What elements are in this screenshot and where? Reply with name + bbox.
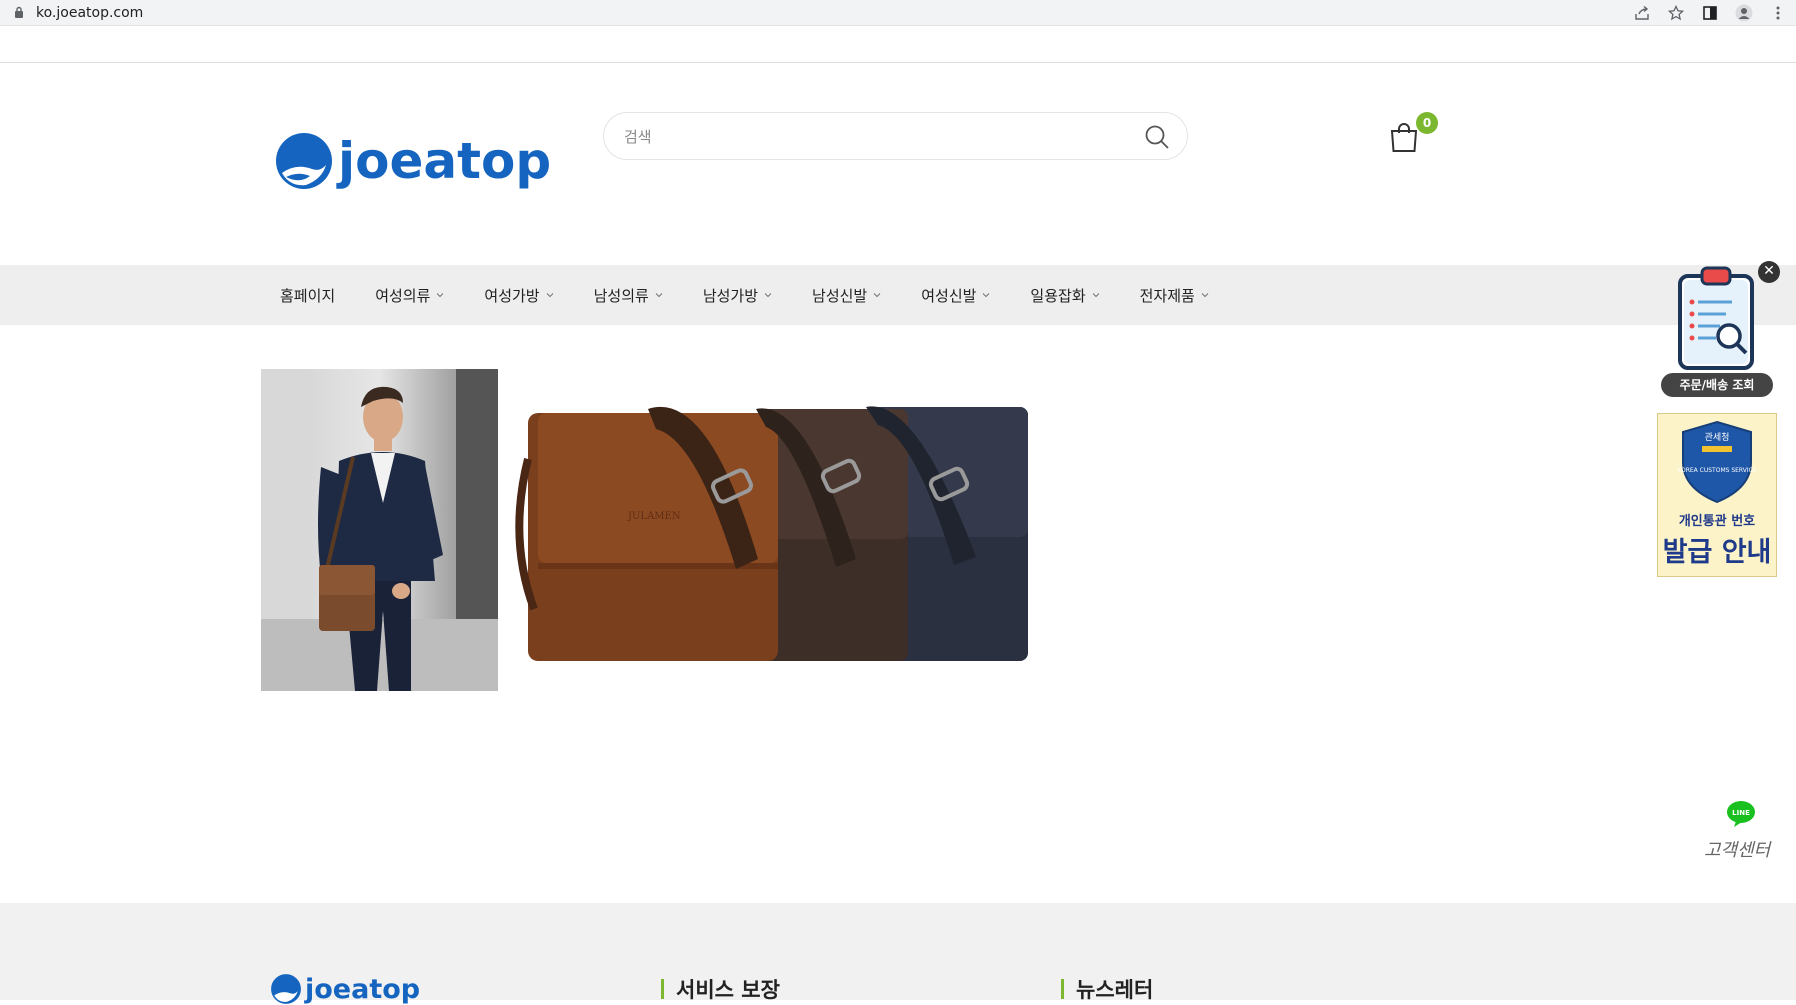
url-text[interactable]: ko.joeatop.com bbox=[36, 5, 143, 21]
lock-icon bbox=[15, 6, 23, 18]
nav-item-label: 홈페이지 bbox=[280, 286, 336, 305]
main-nav: 홈페이지 여성의류 여성가방 남성의류 남성가방 남성신발 여성신발 일용잡화 bbox=[0, 265, 1796, 325]
search-icon[interactable] bbox=[1143, 123, 1171, 151]
site-logo[interactable]: joeatop bbox=[274, 131, 551, 191]
nav-item-label: 전자제품 bbox=[1139, 286, 1195, 305]
chevron-down-icon bbox=[1092, 293, 1100, 298]
logo-globe-icon bbox=[271, 974, 301, 1004]
nav-item-label: 여성의류 bbox=[375, 286, 431, 305]
customs-subtitle: 개인통관 번호 bbox=[1678, 514, 1756, 529]
chevron-down-icon bbox=[983, 293, 990, 298]
nav-item-label: 일용잡화 bbox=[1030, 286, 1086, 305]
cart-count-badge: 0 bbox=[1416, 112, 1438, 134]
nav-item-label: 여성가방 bbox=[484, 286, 540, 305]
product-bags-photo[interactable]: JULAMEN bbox=[498, 369, 1038, 691]
bag-brand-text: JULAMEN bbox=[627, 511, 681, 522]
shopping-bag-icon[interactable] bbox=[1389, 121, 1419, 153]
nav-item-womens-clothing[interactable]: 여성의류 bbox=[375, 285, 444, 306]
customs-badge-mid: KOREA CUSTOMS SERVICE bbox=[1677, 467, 1756, 474]
search-box bbox=[603, 112, 1188, 160]
profile-avatar-icon[interactable] bbox=[1734, 3, 1754, 23]
bookmark-star-icon[interactable] bbox=[1666, 3, 1686, 23]
heading-accent-bar bbox=[1061, 979, 1064, 999]
customs-id-banner[interactable]: 관세청 KOREA CUSTOMS SERVICE 개인통관 번호 발급 안내 bbox=[1657, 413, 1777, 577]
nav-item-daily-goods[interactable]: 일용잡화 bbox=[1030, 285, 1100, 306]
browser-address-bar: ko.joeatop.com bbox=[0, 0, 1796, 26]
nav-item-label: 남성가방 bbox=[702, 286, 759, 305]
nav-item-womens-bags[interactable]: 여성가방 bbox=[484, 285, 553, 306]
nav-item-mens-bags[interactable]: 남성가방 bbox=[703, 285, 772, 306]
customs-shield-icon: 관세청 KOREA CUSTOMS SERVICE bbox=[1677, 420, 1757, 504]
order-lookup-label[interactable]: 주문/배송 조회 bbox=[1661, 373, 1773, 397]
customs-title: 발급 안내 bbox=[1662, 537, 1772, 568]
nav-item-womens-shoes[interactable]: 여성신발 bbox=[921, 285, 990, 306]
chevron-down-icon bbox=[655, 293, 663, 298]
footer: joeatop 서비스 보장 뉴스레터 bbox=[0, 903, 1796, 1005]
chevron-down-icon bbox=[764, 293, 772, 298]
logo-globe-icon bbox=[276, 133, 332, 189]
line-chat-icon[interactable]: LINE bbox=[1726, 800, 1756, 828]
customs-badge-top: 관세청 bbox=[1705, 432, 1730, 443]
footer-logo[interactable]: joeatop bbox=[270, 973, 420, 1005]
customer-center-label[interactable]: 고객센터 bbox=[1704, 836, 1770, 862]
more-menu-icon[interactable] bbox=[1768, 3, 1788, 23]
logo-text: joeatop bbox=[338, 132, 552, 190]
nav-item-label: 남성의류 bbox=[593, 286, 649, 305]
nav-item-home[interactable]: 홈페이지 bbox=[280, 285, 335, 306]
nav-item-mens-clothing[interactable]: 남성의류 bbox=[594, 285, 663, 306]
line-label: LINE bbox=[1732, 809, 1750, 817]
product-model-photo[interactable] bbox=[261, 369, 498, 691]
sidepanel-icon[interactable] bbox=[1700, 3, 1720, 23]
search-input[interactable] bbox=[624, 124, 1104, 150]
header-divider bbox=[0, 62, 1796, 63]
nav-item-mens-shoes[interactable]: 남성신발 bbox=[812, 285, 881, 306]
nav-item-label: 여성신발 bbox=[921, 286, 977, 305]
heading-accent-bar bbox=[661, 979, 664, 999]
chevron-down-icon bbox=[1201, 293, 1209, 298]
share-icon[interactable] bbox=[1632, 3, 1652, 23]
chevron-down-icon bbox=[546, 293, 553, 298]
close-icon[interactable]: ✕ bbox=[1758, 261, 1780, 283]
chevron-down-icon bbox=[437, 293, 444, 298]
nav-item-electronics[interactable]: 전자제품 bbox=[1140, 285, 1209, 306]
chevron-down-icon bbox=[873, 293, 881, 298]
nav-item-label: 남성신발 bbox=[812, 286, 868, 305]
